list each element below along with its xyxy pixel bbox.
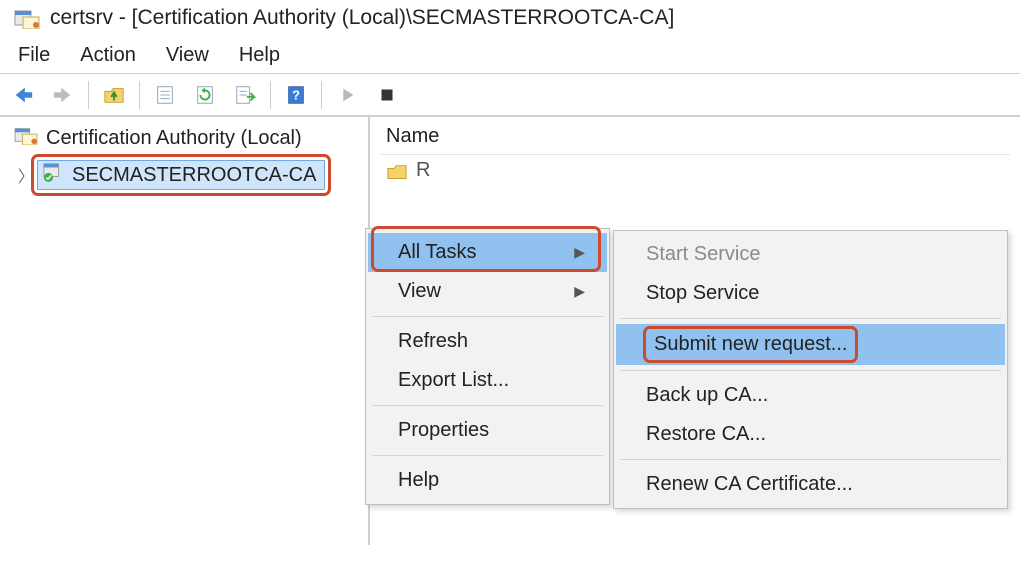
menu-separator	[372, 405, 603, 406]
menu-item-label: Back up CA...	[646, 384, 768, 407]
ca-root-icon	[14, 125, 38, 151]
submenu-item-restore-ca[interactable]: Restore CA...	[616, 415, 1005, 454]
svg-text:?: ?	[292, 87, 300, 102]
export-list-button[interactable]	[228, 79, 262, 111]
menu-item-label: Renew CA Certificate...	[646, 473, 853, 496]
menu-item-label: Stop Service	[646, 282, 759, 305]
submenu-highlight-submit: Submit new request...	[646, 329, 855, 360]
toolbar-separator	[88, 81, 89, 109]
list-item-label: R	[416, 159, 430, 182]
menu-item-view[interactable]: View ▶	[368, 272, 607, 311]
column-header-name[interactable]: Name	[380, 123, 1010, 155]
toolbar: ?	[0, 73, 1020, 117]
up-folder-button[interactable]	[97, 79, 131, 111]
help-button[interactable]: ?	[279, 79, 313, 111]
menu-separator	[372, 455, 603, 456]
toolbar-separator	[139, 81, 140, 109]
menu-item-label: Help	[398, 469, 439, 492]
properties-button[interactable]	[148, 79, 182, 111]
menu-help[interactable]: Help	[239, 44, 280, 67]
menu-item-label: Properties	[398, 419, 489, 442]
menu-separator	[620, 459, 1001, 460]
submenu-item-stop-service[interactable]: Stop Service	[616, 274, 1005, 313]
submenu-item-start-service: Start Service	[616, 235, 1005, 274]
menu-view[interactable]: View	[166, 44, 209, 67]
menu-item-refresh[interactable]: Refresh	[368, 322, 607, 361]
tree-root[interactable]: Certification Authority (Local)	[4, 123, 364, 155]
window-title: certsrv - [Certification Authority (Loca…	[50, 6, 674, 30]
menu-item-label: Restore CA...	[646, 423, 766, 446]
context-submenu-all-tasks: Start Service Stop Service Submit new re…	[613, 230, 1008, 509]
folder-icon	[386, 162, 408, 180]
menu-item-properties[interactable]: Properties	[368, 411, 607, 450]
ca-node-icon	[42, 162, 64, 188]
stop-button[interactable]	[370, 79, 404, 111]
menu-item-label: Refresh	[398, 330, 468, 353]
toolbar-separator	[321, 81, 322, 109]
menu-item-label: Start Service	[646, 243, 760, 266]
menu-separator	[620, 318, 1001, 319]
context-menu: All Tasks ▶ View ▶ Refresh Export List..…	[365, 228, 610, 505]
submenu-item-submit-new-request[interactable]: Submit new request...	[616, 324, 1005, 365]
certsrv-app-icon	[14, 7, 40, 29]
tree-node-ca-label: SECMASTERROOTCA-CA	[72, 164, 316, 187]
tree-child-highlight: SECMASTERROOTCA-CA	[34, 157, 328, 193]
menu-action[interactable]: Action	[80, 44, 136, 67]
chevron-right-icon: ▶	[574, 283, 585, 300]
menu-item-label: View	[398, 280, 441, 303]
tree-root-label: Certification Authority (Local)	[46, 127, 302, 150]
refresh-button[interactable]	[188, 79, 222, 111]
menu-item-export-list[interactable]: Export List...	[368, 361, 607, 400]
play-button[interactable]	[330, 79, 364, 111]
menubar: File Action View Help	[0, 34, 1020, 73]
menu-highlight-all-tasks	[374, 229, 598, 269]
window-titlebar: certsrv - [Certification Authority (Loca…	[0, 0, 1020, 34]
list-item[interactable]: R	[380, 155, 1010, 186]
forward-button[interactable]	[46, 79, 80, 111]
menu-file[interactable]: File	[18, 44, 50, 67]
menu-separator	[372, 316, 603, 317]
toolbar-separator	[270, 81, 271, 109]
expand-arrow-icon[interactable]: 〉	[18, 163, 32, 187]
menu-item-help[interactable]: Help	[368, 461, 607, 500]
menu-separator	[620, 370, 1001, 371]
back-button[interactable]	[6, 79, 40, 111]
submenu-item-back-up-ca[interactable]: Back up CA...	[616, 376, 1005, 415]
menu-item-label: Submit new request...	[654, 333, 847, 355]
tree-child-row: 〉 SECMASTERROOTCA-CA	[4, 157, 364, 193]
submenu-item-renew-ca-cert[interactable]: Renew CA Certificate...	[616, 465, 1005, 504]
tree-pane: Certification Authority (Local) 〉 SECMAS…	[0, 117, 370, 545]
tree-node-ca[interactable]: SECMASTERROOTCA-CA	[37, 160, 325, 190]
menu-item-label: Export List...	[398, 369, 509, 392]
